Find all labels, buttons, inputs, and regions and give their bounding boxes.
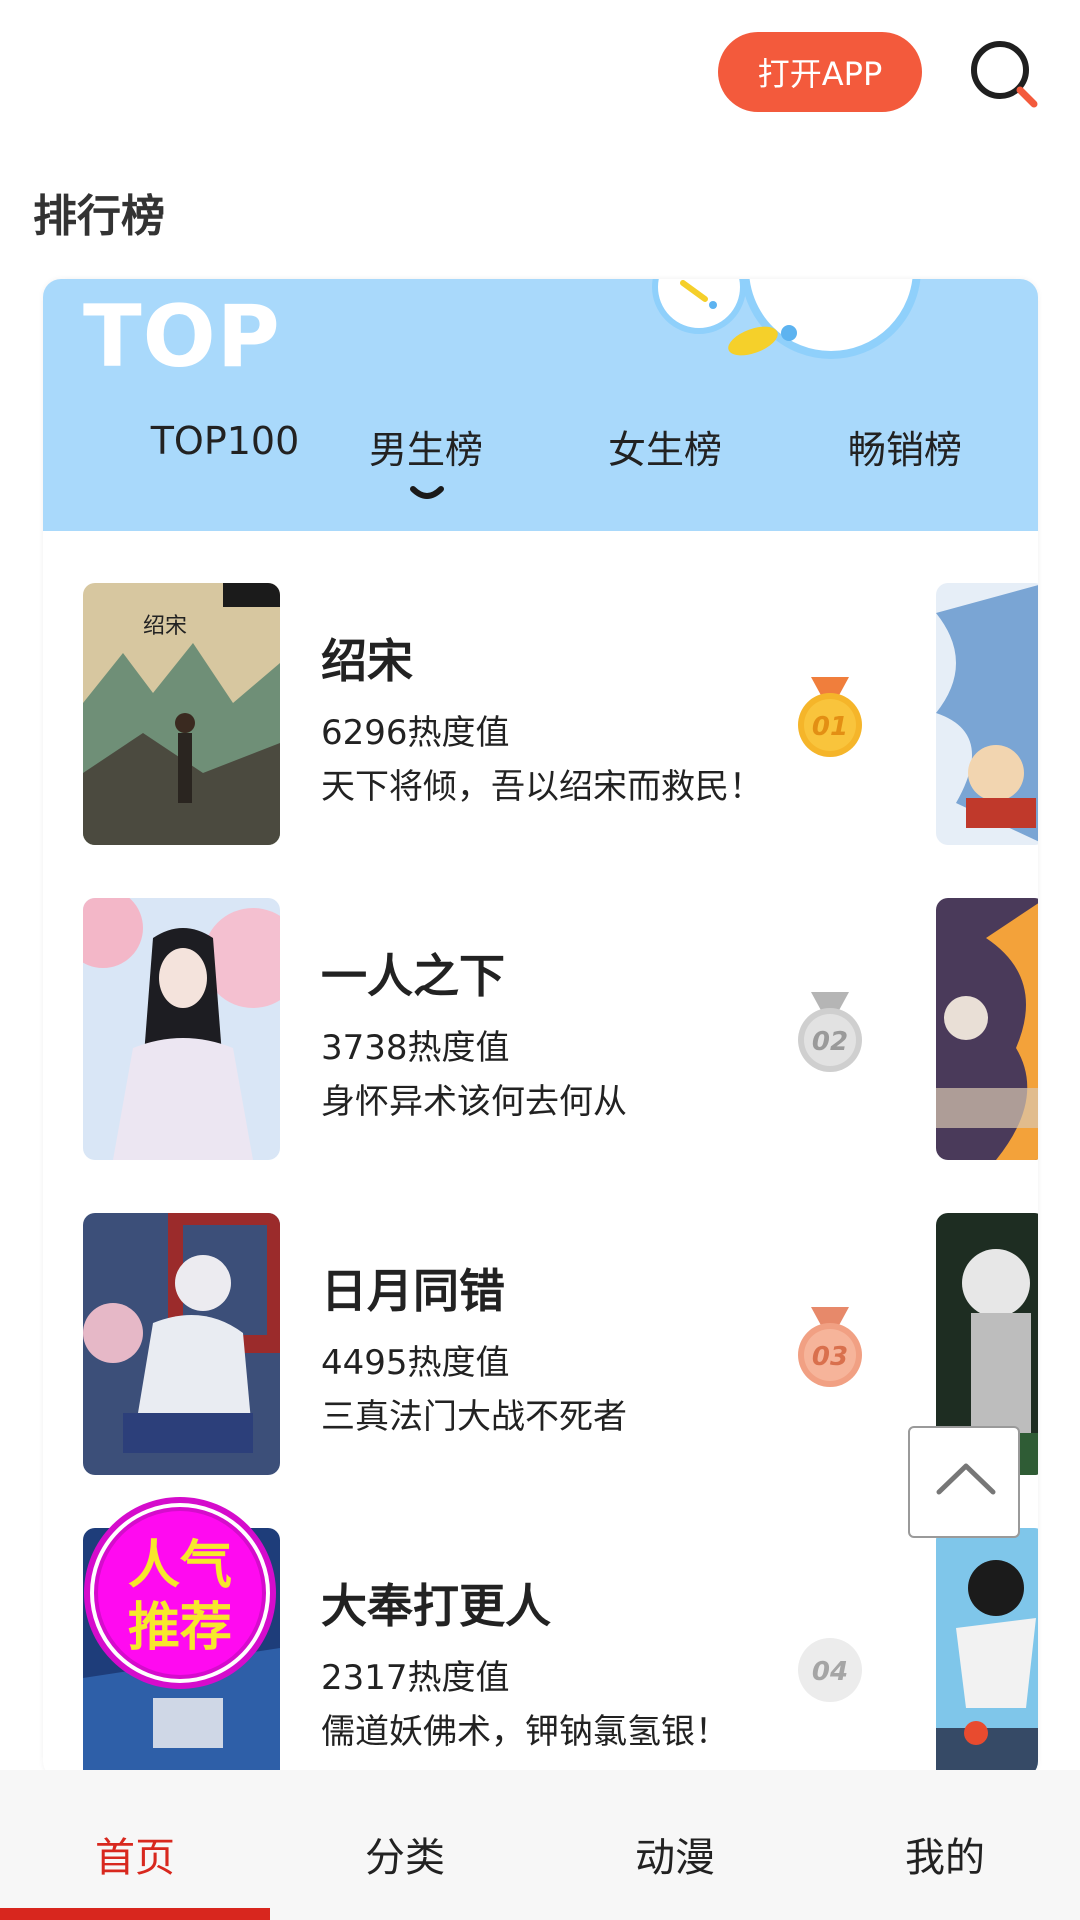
cover-image[interactable]: 绍宋 [83, 583, 280, 845]
page-title: 排行榜 [33, 191, 165, 242]
item-title[interactable]: 日月同错 [321, 1255, 505, 1321]
list-item[interactable]: 一人之下 3738热度值 身怀异术该何去何从 02 [43, 898, 1038, 1160]
list-item[interactable]: 日月同错 4495热度值 三真法门大战不死者 03 [43, 1213, 1038, 1475]
side-cover-image[interactable] [936, 583, 1038, 845]
cover-image[interactable] [83, 1213, 280, 1475]
tab-bestseller[interactable]: 畅销榜 [785, 419, 1025, 474]
chevron-up-icon [936, 1463, 996, 1495]
svg-text:01: 01 [812, 712, 848, 742]
bronze-medal-icon: 03 [798, 1307, 862, 1387]
nav-anime[interactable]: 动漫 [540, 1825, 810, 1883]
tab-female[interactable]: 女生榜 [545, 419, 785, 474]
rank-header: TOP TOP100 男生榜 女生榜 畅销榜 [43, 279, 1038, 531]
svg-text:03: 03 [812, 1342, 848, 1372]
item-title[interactable]: 大奉打更人 [321, 1570, 551, 1636]
item-heat: 6296热度值 [321, 713, 510, 753]
popular-badge[interactable]: 人气 推荐 [60, 1473, 300, 1713]
svg-text:02: 02 [812, 1027, 848, 1057]
cover-image[interactable] [83, 898, 280, 1160]
open-app-button[interactable]: 打开APP [718, 32, 922, 112]
rank-tabs: TOP100 男生榜 女生榜 畅销榜 [43, 419, 1038, 499]
side-cover-image[interactable] [936, 1528, 1038, 1779]
tab-male[interactable]: 男生榜 [306, 419, 546, 474]
scroll-to-top-button[interactable] [908, 1426, 1020, 1538]
svg-text:推荐: 推荐 [128, 1598, 232, 1658]
item-desc: 天下将倾，吾以绍宋而救民！ [321, 767, 763, 807]
list-item[interactable]: 绍宋 绍宋 6296热度值 天下将倾，吾以绍宋而救民！ 01 [43, 583, 1038, 845]
item-heat: 4495热度值 [321, 1343, 510, 1383]
svg-text:绍宋: 绍宋 [143, 614, 187, 639]
top-banner-text: TOP [83, 287, 281, 387]
nav-active-underline [0, 1908, 270, 1920]
item-heat: 2317热度值 [321, 1658, 510, 1698]
tab-active-indicator [410, 486, 444, 499]
banner-decoration-icon [652, 279, 921, 359]
item-desc: 儒道妖佛术，钾钠氯氢银！ [321, 1712, 729, 1752]
svg-text:04: 04 [812, 1657, 848, 1687]
rank-number-icon: 04 [798, 1638, 862, 1702]
item-desc: 三真法门大战不死者 [321, 1397, 627, 1437]
gold-medal-icon: 01 [798, 677, 862, 757]
item-heat: 3738热度值 [321, 1028, 510, 1068]
item-title[interactable]: 一人之下 [321, 940, 505, 1006]
item-title[interactable]: 绍宋 [321, 625, 413, 691]
nav-home[interactable]: 首页 [0, 1825, 270, 1883]
search-icon[interactable] [966, 36, 1042, 112]
side-cover-image[interactable] [936, 898, 1038, 1160]
bottom-nav: 首页 分类 动漫 我的 [0, 1770, 1080, 1920]
nav-mine[interactable]: 我的 [810, 1825, 1080, 1883]
nav-category[interactable]: 分类 [270, 1825, 540, 1883]
silver-medal-icon: 02 [798, 992, 862, 1072]
svg-text:人气: 人气 [128, 1536, 232, 1596]
item-desc: 身怀异术该何去何从 [321, 1082, 627, 1122]
